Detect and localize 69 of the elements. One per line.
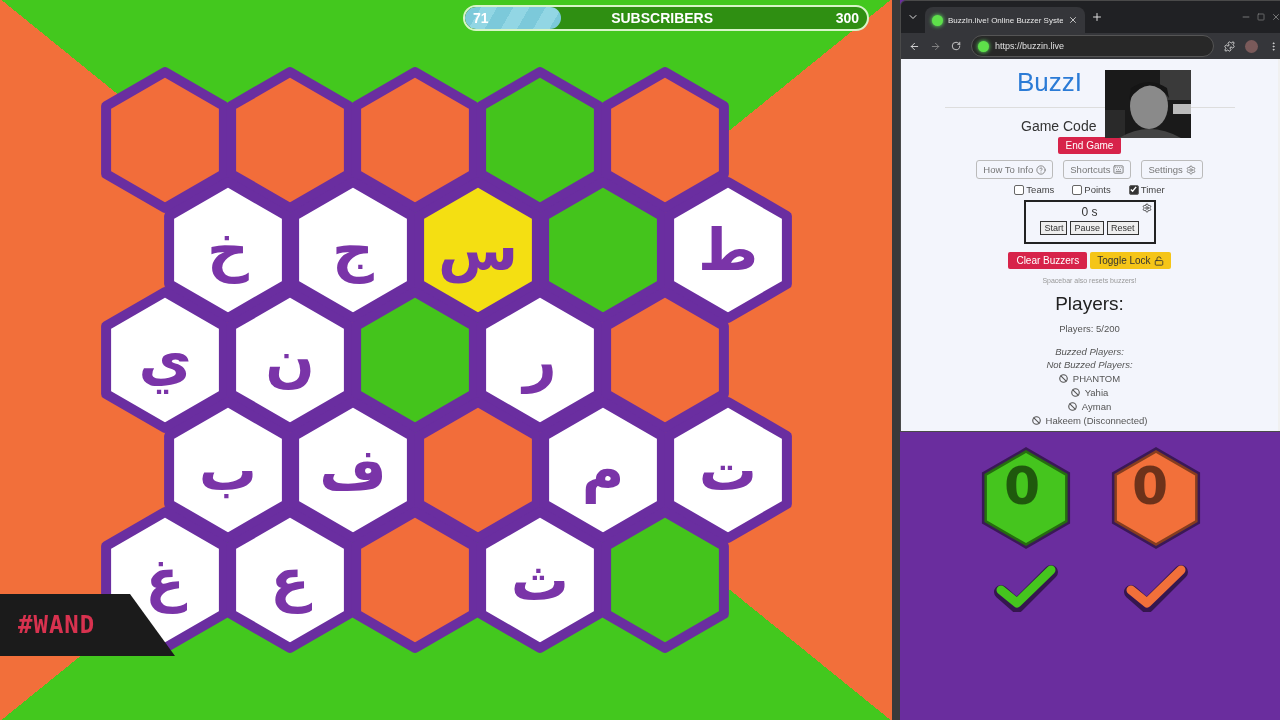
players-count: Players: 5/200	[1059, 323, 1120, 334]
favicon-icon	[932, 14, 943, 26]
tab-title: BuzzIn.live! Online Buzzer Syste	[948, 15, 1063, 25]
end-game-button[interactable]: End Game	[1057, 137, 1122, 154]
settings-icon	[1185, 164, 1196, 175]
option-checkbox[interactable]	[1072, 184, 1083, 195]
site-icon	[978, 40, 989, 52]
close-tab-icon[interactable]	[1068, 15, 1078, 25]
url-text: https://buzzin.live	[995, 41, 1065, 51]
timer-button[interactable]: Start	[1040, 221, 1068, 235]
player-name: Hakeem (Disconnected)	[1045, 415, 1148, 426]
team-score: 0	[1002, 456, 1042, 516]
reload-icon[interactable]	[951, 41, 961, 51]
timer-button[interactable]: Reset	[1107, 221, 1139, 235]
subscriber-goal: 300	[835, 10, 859, 26]
address-bar[interactable]: https://buzzin.live	[971, 35, 1214, 57]
player-name: PHANTOM	[1072, 373, 1121, 384]
subscriber-label: SUBSCRIBERS	[611, 10, 714, 26]
tile-letter: ت	[698, 436, 758, 504]
subscriber-count: 71	[473, 10, 489, 26]
site-title: BuzzI	[1017, 67, 1083, 98]
option-label: Teams	[1026, 184, 1055, 195]
tile-letter: م	[581, 436, 625, 504]
tile-letter: ب	[198, 436, 258, 504]
player-name: Ayman	[1081, 401, 1112, 412]
help-icon	[1036, 164, 1047, 175]
buzzed-label: Buzzed Players:	[1055, 346, 1124, 357]
tool-button[interactable]: Shortcuts	[1063, 160, 1132, 179]
ban-icon	[1031, 416, 1041, 425]
team-score: 0	[1130, 456, 1170, 516]
timer-button[interactable]: Pause	[1070, 221, 1104, 235]
tile-letter: خ	[207, 216, 249, 284]
logo-text: #WAND	[18, 611, 96, 639]
settings-icon[interactable]	[1141, 203, 1152, 213]
ban-icon	[1067, 402, 1077, 411]
timer-reading: 0 s	[1081, 205, 1098, 219]
back-icon[interactable]	[909, 40, 920, 52]
game-code-label: Game Code	[1021, 118, 1097, 134]
close-window-icon[interactable]	[1271, 12, 1280, 22]
option-checkbox[interactable]	[1014, 184, 1025, 195]
tile-letter: س	[438, 216, 518, 284]
ban-icon	[1058, 374, 1068, 383]
tool-button[interactable]: How To Info	[976, 160, 1054, 179]
player-name: Yahia	[1084, 387, 1109, 398]
browser-tab[interactable]: BuzzIn.live! Online Buzzer Syste	[925, 7, 1085, 33]
not-buzzed-label: Not Buzzed Players:	[1046, 359, 1133, 370]
toggle-lock-button[interactable]: Toggle Lock	[1090, 252, 1171, 269]
extensions-icon[interactable]	[1224, 40, 1235, 52]
option-label: Points	[1084, 184, 1111, 195]
tile-letter: ط	[697, 216, 759, 284]
new-tab-icon[interactable]	[1091, 11, 1103, 23]
forward-icon[interactable]	[930, 40, 941, 52]
tile-letter: ث	[510, 546, 570, 614]
tool-button[interactable]: Settings	[1141, 160, 1203, 179]
tile-letter: ن	[265, 326, 315, 394]
tile-letter: غ	[145, 546, 185, 614]
option-label: Timer	[1140, 184, 1165, 195]
tile-letter: ف	[319, 436, 387, 504]
unlock-icon	[1153, 255, 1164, 266]
option-checkbox[interactable]	[1128, 184, 1139, 195]
ban-icon	[1070, 388, 1080, 397]
players-heading: Players:	[1055, 293, 1124, 315]
tile-letter: ي	[138, 326, 192, 394]
clear-buzzers-button[interactable]: Clear Buzzers	[1008, 252, 1088, 269]
tile-letter: ع	[270, 546, 310, 614]
check-icon	[993, 564, 1059, 612]
check-icon	[1123, 564, 1189, 612]
tile-letter: ج	[332, 216, 374, 284]
keyboard-icon	[1113, 164, 1125, 175]
